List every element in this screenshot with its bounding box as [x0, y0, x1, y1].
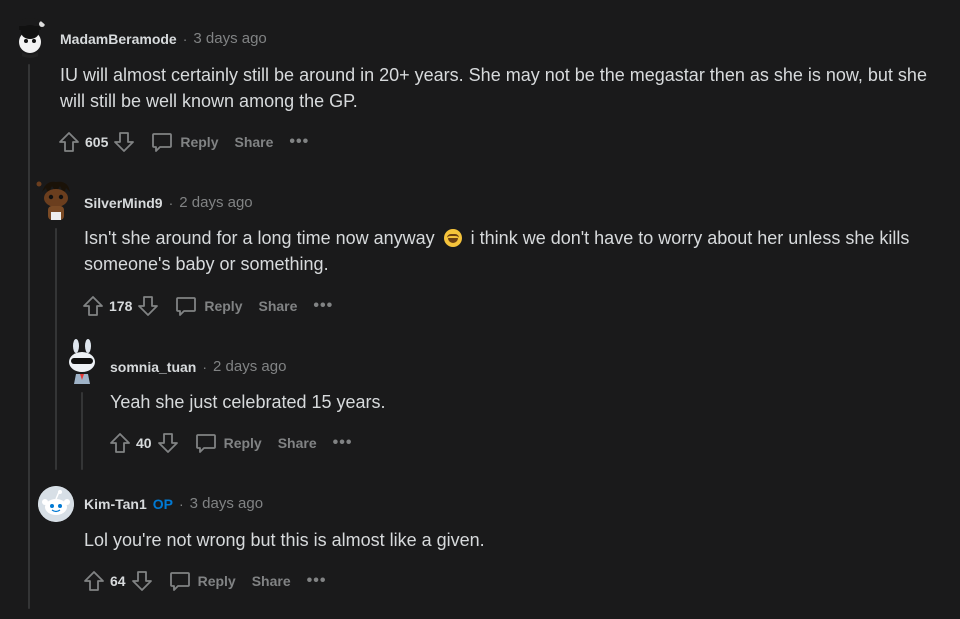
snoo-avatar-icon	[19, 21, 45, 58]
comment-body: Yeah she just celebrated 15 years.	[110, 392, 386, 412]
separator: ·	[178, 495, 184, 512]
vote-score: 178	[109, 298, 133, 314]
reply-button[interactable]: Reply	[168, 569, 236, 593]
share-button[interactable]: Share	[278, 435, 317, 451]
comment-body: Isn't she around for a long time now any…	[84, 225, 954, 277]
comment-body: IU will almost certainly still be around…	[60, 65, 927, 111]
downvote-arrow-icon[interactable]	[156, 431, 180, 455]
reply-label: Reply	[204, 298, 243, 314]
thread-line-somnia[interactable]	[81, 392, 83, 470]
comment-meta: somnia_tuan · 2 days ago	[110, 358, 286, 375]
separator: ·	[202, 358, 208, 375]
avatar[interactable]	[38, 486, 74, 522]
ellipsis-icon[interactable]: •••	[289, 133, 309, 151]
comment-meta: SilverMind9 · 2 days ago	[84, 194, 253, 211]
comment-actions: 40 Reply Share •••	[108, 429, 352, 457]
downvote-arrow-icon[interactable]	[136, 294, 160, 318]
timestamp[interactable]: 2 days ago	[179, 194, 252, 211]
vote-score: 64	[110, 573, 126, 589]
snoo-avatar-icon	[36, 181, 70, 220]
username[interactable]: SilverMind9	[84, 195, 163, 211]
reply-button[interactable]: Reply	[150, 130, 218, 154]
speech-bubble-icon	[168, 569, 192, 593]
thread-line-root[interactable]	[28, 64, 30, 609]
share-button[interactable]: Share	[252, 573, 291, 589]
username[interactable]: somnia_tuan	[110, 359, 196, 375]
ellipsis-icon[interactable]: •••	[313, 297, 333, 315]
speech-bubble-icon	[150, 130, 174, 154]
share-button[interactable]: Share	[234, 134, 273, 150]
thread-line-silvermind[interactable]	[55, 228, 57, 470]
reply-button[interactable]: Reply	[194, 431, 262, 455]
upvote-arrow-icon[interactable]	[57, 130, 81, 154]
username[interactable]: Kim-Tan1	[84, 496, 147, 512]
downvote-arrow-icon[interactable]	[112, 130, 136, 154]
share-button[interactable]: Share	[258, 298, 297, 314]
reply-label: Reply	[180, 134, 219, 150]
vote-score: 605	[85, 134, 109, 150]
comment-actions: 64 Reply Share •••	[82, 567, 326, 595]
separator: ·	[182, 30, 188, 47]
separator: ·	[168, 194, 174, 211]
comment-actions: 605 Reply Share •••	[57, 128, 309, 156]
upvote-arrow-icon[interactable]	[108, 431, 132, 455]
grinning-sweat-emoji-icon	[443, 229, 462, 247]
comment-meta: MadamBeramode · 3 days ago	[60, 30, 267, 47]
snoo-avatar-icon	[38, 486, 74, 522]
ellipsis-icon[interactable]: •••	[307, 572, 327, 590]
username[interactable]: MadamBeramode	[60, 31, 177, 47]
timestamp[interactable]: 2 days ago	[213, 358, 286, 375]
speech-bubble-icon	[194, 431, 218, 455]
comment-body: Lol you're not wrong but this is almost …	[84, 530, 485, 550]
timestamp[interactable]: 3 days ago	[190, 495, 263, 512]
downvote-arrow-icon[interactable]	[130, 569, 154, 593]
avatar[interactable]	[62, 338, 102, 384]
reply-label: Reply	[223, 435, 262, 451]
reply-label: Reply	[197, 573, 236, 589]
upvote-arrow-icon[interactable]	[82, 569, 106, 593]
snoo-avatar-icon	[69, 339, 95, 384]
avatar[interactable]	[36, 178, 76, 224]
avatar[interactable]	[10, 18, 50, 58]
comment-meta: Kim-Tan1 OP · 3 days ago	[84, 495, 263, 512]
vote-score: 40	[136, 435, 152, 451]
comment-actions: 178 Reply Share •••	[81, 292, 333, 320]
comment-body-text-start: Isn't she around for a long time now any…	[84, 228, 435, 248]
reply-button[interactable]: Reply	[174, 294, 242, 318]
timestamp[interactable]: 3 days ago	[193, 30, 266, 47]
speech-bubble-icon	[174, 294, 198, 318]
upvote-arrow-icon[interactable]	[81, 294, 105, 318]
ellipsis-icon[interactable]: •••	[333, 434, 353, 452]
op-badge: OP	[152, 495, 173, 512]
